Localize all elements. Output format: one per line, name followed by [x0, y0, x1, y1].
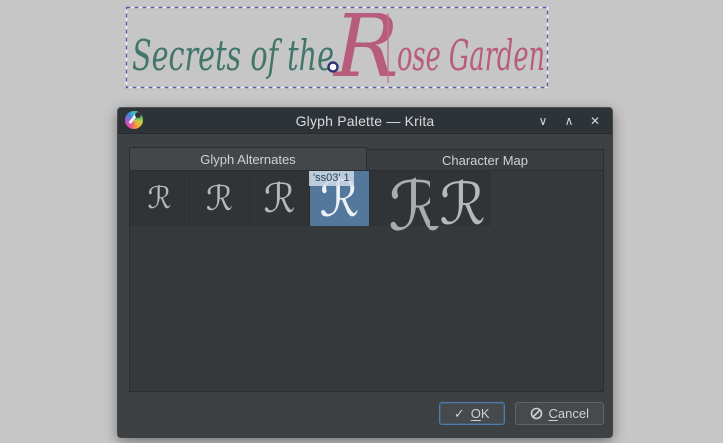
glyph-feature-tooltip: 'ss03' 1 [309, 171, 354, 186]
cancel-button[interactable]: Cancel [514, 402, 604, 425]
cancel-button-label: Cancel [548, 406, 589, 421]
maximize-button[interactable]: ∧ [560, 112, 578, 130]
artwork-text-initial-r[interactable]: R [332, 0, 399, 97]
glyph-cell-selected[interactable]: 'ss03' 1 ℛ [309, 171, 369, 226]
glyph-cell[interactable]: ℛ [370, 171, 443, 241]
glyph-row: ℛ ℛ ℛ 'ss03' 1 ℛ ℛ ℛ [130, 171, 490, 241]
selection-handle[interactable] [327, 61, 339, 73]
tab-character-map[interactable]: Character Map [367, 149, 604, 170]
close-button[interactable]: ✕ [586, 112, 604, 130]
glyph-cell[interactable]: ℛ [190, 171, 249, 226]
dialog-footer: ✓ OK Cancel [118, 402, 604, 426]
artwork-text-segment1[interactable]: Secrets of the [132, 31, 334, 80]
ok-button[interactable]: ✓ OK [438, 402, 505, 425]
glyph-palette-dialog: Glyph Palette — Krita ∨ ∧ ✕ Glyph Altern… [118, 108, 612, 437]
no-entry-icon [530, 407, 543, 420]
glyph-cell[interactable]: ℛ [430, 171, 489, 233]
minimize-button[interactable]: ∨ [534, 112, 552, 130]
dialog-titlebar[interactable]: Glyph Palette — Krita ∨ ∧ ✕ [118, 108, 612, 134]
glyph-alternates-panel: ℛ ℛ ℛ 'ss03' 1 ℛ ℛ ℛ [129, 170, 604, 392]
window-controls: ∨ ∧ ✕ [534, 108, 604, 133]
glyph-cell[interactable]: ℛ [130, 171, 189, 226]
ok-button-label: OK [470, 406, 490, 421]
glyph-cell[interactable]: ℛ [250, 171, 309, 226]
canvas-artwork: Secrets of the R ose Garden [125, 0, 549, 97]
artwork-text[interactable]: Secrets of the R ose Garden [132, 0, 545, 97]
artwork-text-segment2[interactable]: ose Garden [397, 31, 545, 80]
tab-glyph-alternates[interactable]: Glyph Alternates [129, 147, 367, 170]
